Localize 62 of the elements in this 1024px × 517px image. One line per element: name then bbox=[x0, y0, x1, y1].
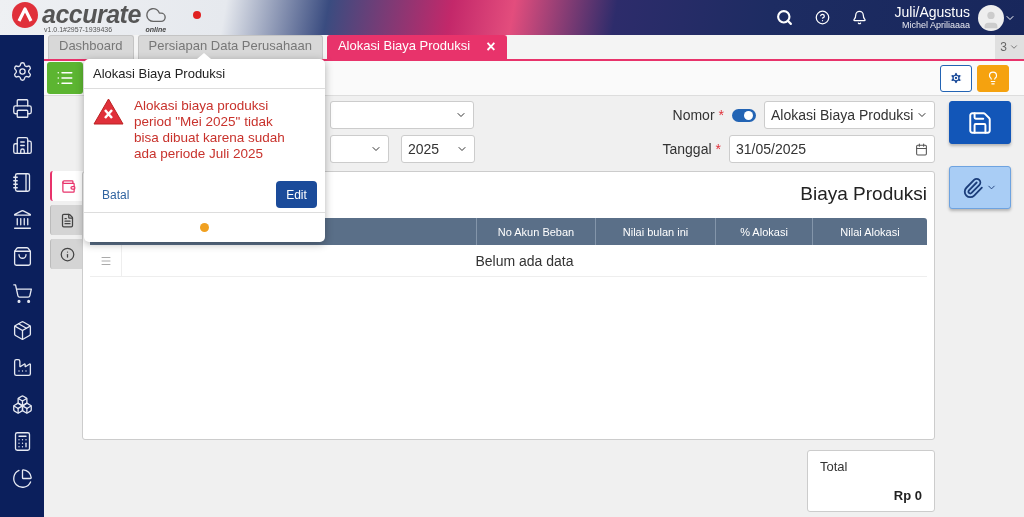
status-dot-icon bbox=[192, 10, 201, 19]
gear-icon[interactable] bbox=[11, 61, 33, 82]
nomor-label: Nomor * bbox=[672, 107, 724, 123]
column-header: No Akun Beban bbox=[476, 218, 595, 245]
attach-button[interactable] bbox=[948, 166, 1011, 209]
auto-number-toggle[interactable] bbox=[732, 108, 756, 122]
search-icon[interactable] bbox=[775, 9, 793, 26]
document-icon bbox=[60, 212, 75, 228]
info-icon bbox=[60, 246, 75, 262]
gear-icon bbox=[949, 71, 963, 85]
help-icon[interactable] bbox=[814, 10, 830, 25]
nomor-select[interactable]: Alokasi Biaya Produksi bbox=[764, 101, 935, 129]
column-header: Nilai bulan ini bbox=[595, 218, 715, 245]
building-icon[interactable] bbox=[11, 135, 33, 156]
bell-icon[interactable] bbox=[851, 10, 867, 25]
tab[interactable]: Dashboard bbox=[48, 35, 134, 59]
logo-text: accurate bbox=[42, 1, 141, 26]
tab-overflow-button[interactable]: 3 bbox=[995, 35, 1024, 59]
printer-icon[interactable] bbox=[11, 98, 33, 119]
calendar-icon bbox=[915, 142, 928, 156]
save-button[interactable] bbox=[948, 101, 1011, 144]
year-select[interactable]: 2025 bbox=[401, 135, 475, 163]
error-icon bbox=[93, 98, 124, 125]
list-button[interactable] bbox=[47, 62, 83, 94]
side-tab[interactable] bbox=[50, 205, 84, 235]
lightbulb-icon bbox=[986, 71, 1000, 85]
tanggal-label: Tanggal * bbox=[662, 141, 721, 157]
card-title: Biaya Produksi bbox=[800, 182, 927, 206]
boxes-icon[interactable] bbox=[11, 394, 33, 415]
paperclip-icon bbox=[962, 176, 984, 199]
edit-button[interactable]: Edit bbox=[276, 181, 317, 208]
period-label: Juli/Agustus bbox=[894, 5, 970, 20]
settings-button[interactable] bbox=[940, 64, 972, 92]
bank-icon[interactable] bbox=[11, 209, 33, 230]
avatar[interactable] bbox=[978, 4, 1004, 31]
pie-chart-icon[interactable] bbox=[11, 468, 33, 489]
chevron-icon bbox=[1008, 42, 1019, 52]
list-icon bbox=[56, 69, 74, 87]
cart-icon[interactable] bbox=[11, 283, 33, 304]
save-icon bbox=[966, 109, 993, 136]
logo-icon bbox=[12, 1, 38, 28]
tab[interactable]: Alokasi Biaya Produksi × bbox=[326, 35, 507, 59]
shopping-bag-icon[interactable] bbox=[11, 246, 33, 267]
wallet-icon bbox=[60, 178, 76, 194]
error-message: Alokasi biaya produksi period "Mei 2025" tidak bisa dibuat karena sudah ada periode Juli 2025 bbox=[134, 98, 286, 162]
total-value: Rp 0 bbox=[892, 488, 922, 503]
page-dot-icon bbox=[200, 223, 209, 232]
total-label: Total bbox=[820, 459, 849, 474]
date-field[interactable]: 31/05/2025 bbox=[729, 135, 935, 163]
factory-icon[interactable] bbox=[11, 357, 33, 378]
popover-title: Alokasi Biaya Produksi bbox=[84, 59, 325, 89]
cancel-link[interactable]: Batal bbox=[102, 187, 130, 202]
notebook-icon[interactable] bbox=[11, 172, 33, 193]
column-header: % Alokasi bbox=[715, 218, 812, 245]
drag-handle-icon[interactable] bbox=[99, 254, 112, 267]
side-tab[interactable] bbox=[50, 239, 84, 269]
column-header: Nilai Alokasi bbox=[812, 218, 927, 245]
side-tab[interactable] bbox=[50, 171, 84, 201]
user-name: Michel Apriliaaaa bbox=[901, 20, 970, 30]
empty-message: Belum ada data bbox=[474, 251, 575, 271]
close-icon[interactable]: × bbox=[486, 38, 496, 56]
package-icon[interactable] bbox=[11, 320, 33, 341]
